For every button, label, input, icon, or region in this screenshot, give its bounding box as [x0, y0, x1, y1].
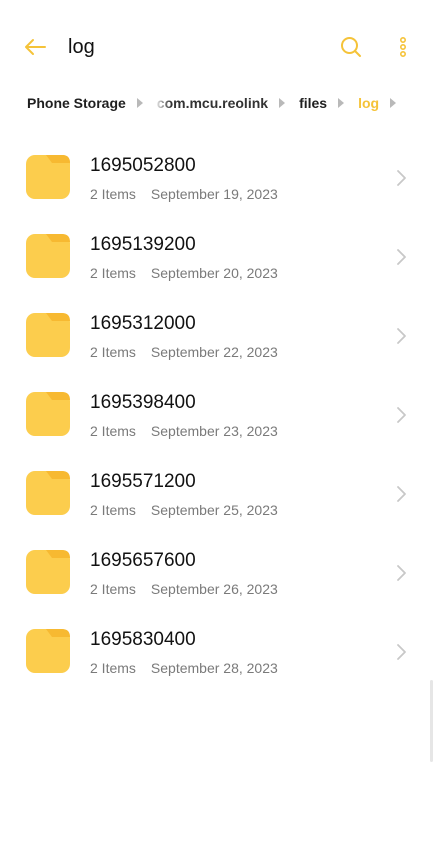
folder-icon	[26, 234, 70, 278]
folder-meta: 2 Items September 25, 2023	[90, 501, 278, 519]
item-count: 2 Items	[90, 660, 136, 676]
breadcrumb-phone-storage[interactable]: Phone Storage	[27, 95, 126, 111]
item-count: 2 Items	[90, 423, 136, 439]
breadcrumb-separator-icon	[279, 98, 286, 108]
breadcrumb-com-mcu-reolink[interactable]: com.mcu.reolink	[157, 95, 268, 111]
list-item[interactable]: 1695571200 2 Items September 25, 2023	[0, 454, 434, 533]
folder-name: 1695139200	[90, 234, 196, 255]
folder-name: 1695052800	[90, 155, 196, 176]
modified-date: September 26, 2023	[150, 581, 278, 597]
folder-icon	[26, 629, 70, 673]
modified-date: September 22, 2023	[150, 344, 278, 360]
item-count: 2 Items	[90, 581, 136, 597]
top-app-bar: log	[0, 0, 434, 94]
more-vertical-icon	[399, 37, 407, 57]
list-item[interactable]: 1695830400 2 Items September 28, 2023	[0, 612, 434, 691]
breadcrumb-separator-icon	[390, 98, 397, 108]
modified-date: September 25, 2023	[150, 502, 278, 518]
folder-icon	[26, 313, 70, 357]
item-count: 2 Items	[90, 502, 136, 518]
breadcrumb-log[interactable]: log	[358, 95, 379, 111]
item-count: 2 Items	[90, 344, 136, 360]
item-count: 2 Items	[90, 186, 136, 202]
chevron-right-icon	[397, 486, 406, 502]
breadcrumb-files[interactable]: files	[299, 95, 327, 111]
folder-name: 1695571200	[90, 471, 196, 492]
folder-icon	[26, 550, 70, 594]
list-item[interactable]: 1695657600 2 Items September 26, 2023	[0, 533, 434, 612]
page-title: log	[68, 36, 95, 58]
chevron-right-icon	[397, 407, 406, 423]
folder-meta: 2 Items September 19, 2023	[90, 185, 278, 203]
list-item[interactable]: 1695052800 2 Items September 19, 2023	[0, 138, 434, 217]
back-button[interactable]	[20, 32, 50, 62]
folder-name: 1695657600	[90, 550, 196, 571]
breadcrumb: Phone Storage com.mcu.reolink files log	[27, 92, 427, 114]
folder-icon	[26, 392, 70, 436]
list-item[interactable]: 1695312000 2 Items September 22, 2023	[0, 296, 434, 375]
modified-date: September 28, 2023	[150, 660, 278, 676]
breadcrumb-separator-icon	[338, 98, 345, 108]
folder-name: 1695398400	[90, 392, 196, 413]
chevron-right-icon	[397, 565, 406, 581]
folder-icon	[26, 155, 70, 199]
chevron-right-icon	[397, 328, 406, 344]
folder-meta: 2 Items September 23, 2023	[90, 422, 278, 440]
folder-meta: 2 Items September 26, 2023	[90, 580, 278, 598]
modified-date: September 20, 2023	[150, 265, 278, 281]
search-icon	[341, 37, 361, 57]
folder-icon	[26, 471, 70, 515]
search-button[interactable]	[336, 32, 366, 62]
folder-list: 1695052800 2 Items September 19, 2023 169…	[0, 138, 434, 691]
modified-date: September 19, 2023	[150, 186, 278, 202]
arrow-left-icon	[25, 39, 46, 55]
breadcrumb-separator-icon	[136, 98, 143, 108]
chevron-right-icon	[397, 249, 406, 265]
folder-meta: 2 Items September 20, 2023	[90, 264, 278, 282]
more-options-button[interactable]	[388, 32, 418, 62]
chevron-right-icon	[397, 644, 406, 660]
list-item[interactable]: 1695139200 2 Items September 20, 2023	[0, 217, 434, 296]
folder-meta: 2 Items September 28, 2023	[90, 659, 278, 677]
folder-name: 1695312000	[90, 313, 196, 334]
chevron-right-icon	[397, 170, 406, 186]
folder-name: 1695830400	[90, 629, 196, 650]
scrollbar-thumb[interactable]	[430, 680, 433, 762]
folder-meta: 2 Items September 22, 2023	[90, 343, 278, 361]
modified-date: September 23, 2023	[150, 423, 278, 439]
item-count: 2 Items	[90, 265, 136, 281]
list-item[interactable]: 1695398400 2 Items September 23, 2023	[0, 375, 434, 454]
